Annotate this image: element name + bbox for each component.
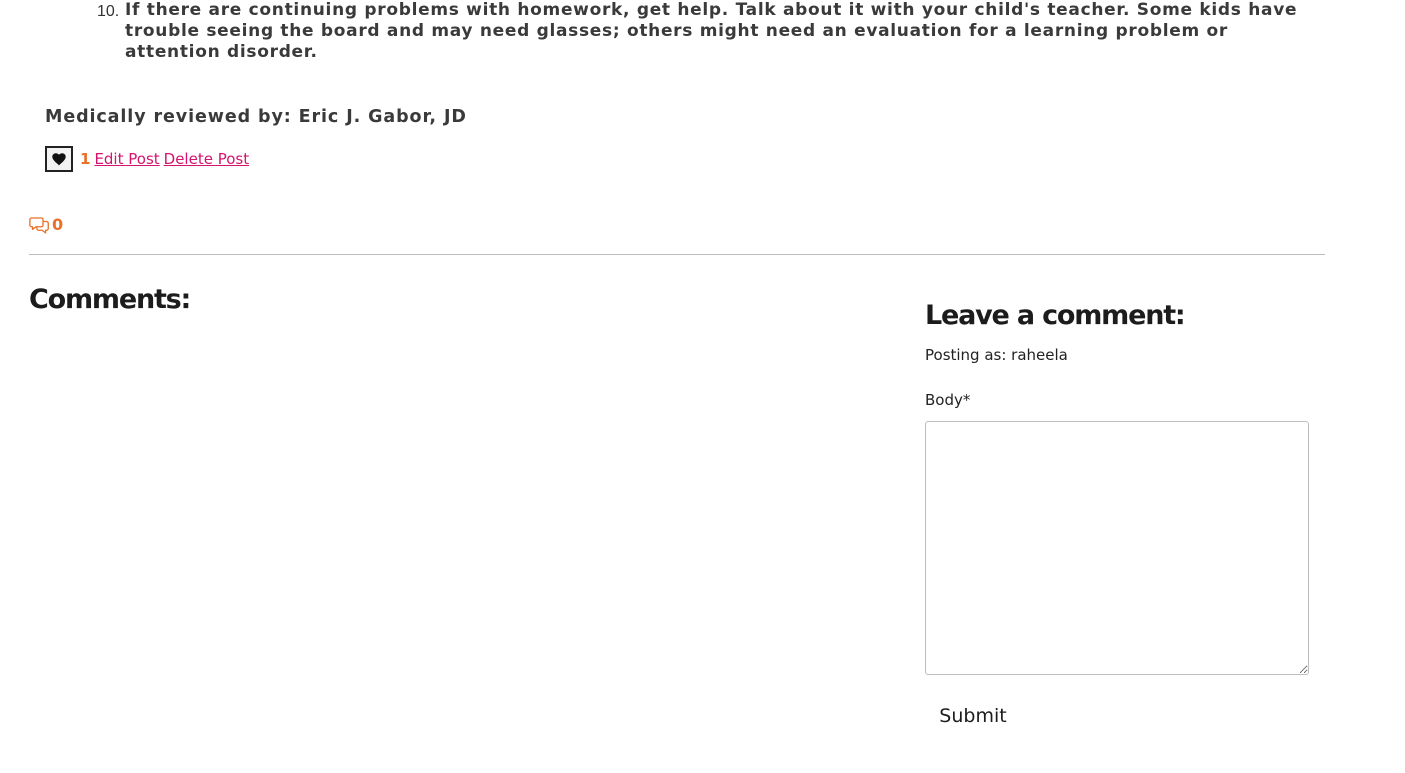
list-item-text: If there are continuing problems with ho… xyxy=(125,0,1298,62)
posting-as-text: Posting as: raheela xyxy=(925,346,1068,364)
body-label: Body* xyxy=(925,391,971,409)
section-divider xyxy=(29,254,1325,255)
post-actions: 1 Edit Post Delete Post xyxy=(45,144,249,174)
like-button[interactable] xyxy=(45,146,73,172)
submit-button[interactable]: Submit xyxy=(925,697,1021,735)
list-item-number: 10. xyxy=(97,3,120,20)
comments-heading: Comments: xyxy=(29,284,191,315)
comment-body-textarea[interactable] xyxy=(925,421,1309,675)
comment-count: 0 xyxy=(29,215,63,234)
heart-icon xyxy=(52,152,66,165)
leave-comment-heading: Leave a comment: xyxy=(925,300,1186,331)
edit-post-link[interactable]: Edit Post xyxy=(94,150,159,168)
medically-reviewed-by: Medically reviewed by: Eric J. Gabor, JD xyxy=(45,107,467,127)
comments-icon xyxy=(29,216,49,234)
like-count: 1 xyxy=(80,150,91,168)
delete-post-link[interactable]: Delete Post xyxy=(164,150,249,168)
comment-count-value: 0 xyxy=(52,215,64,234)
post-page: 10. If there are continuing problems wit… xyxy=(0,0,1405,773)
